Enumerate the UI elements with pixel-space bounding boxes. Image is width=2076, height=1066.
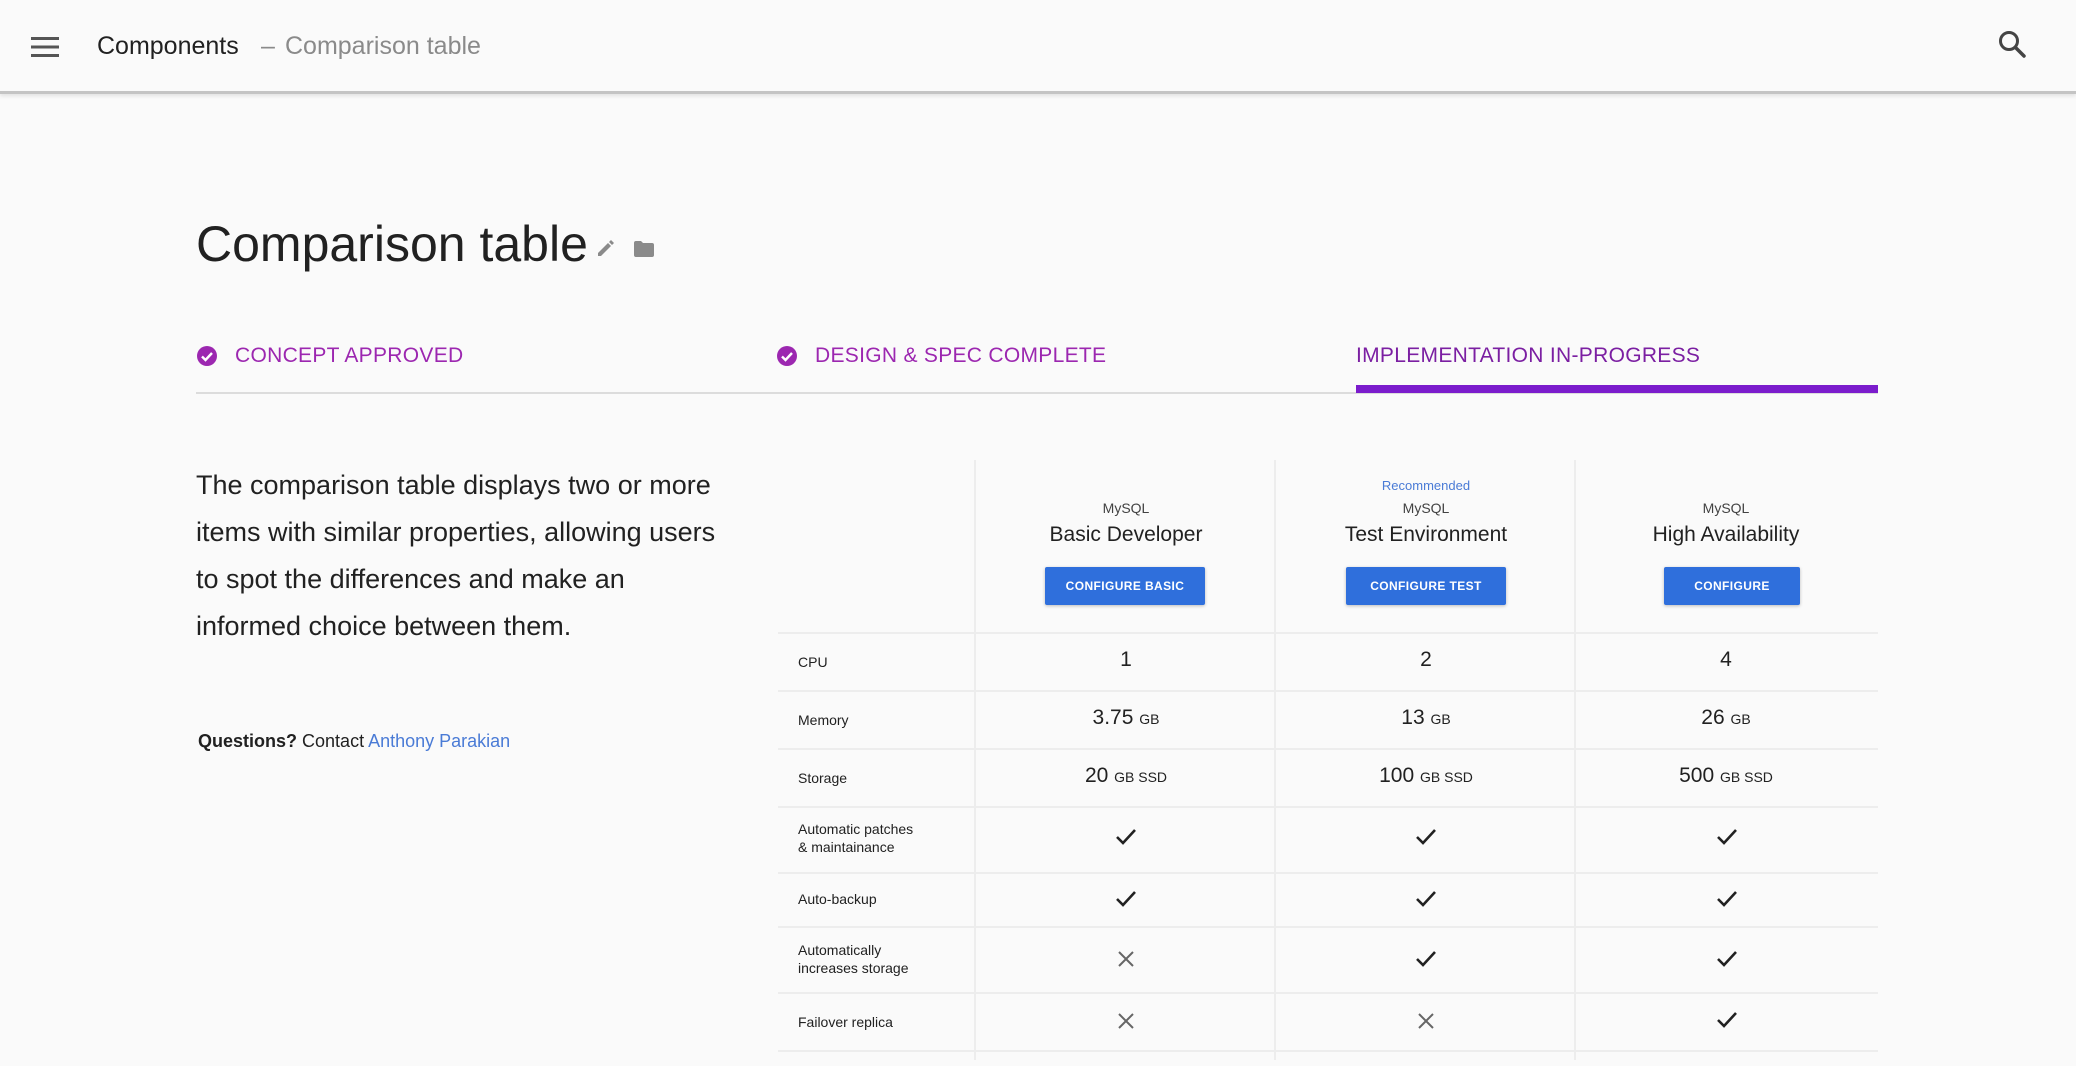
x-icon bbox=[1418, 1013, 1434, 1029]
row-divider bbox=[778, 872, 1878, 874]
stage-concept-approved[interactable]: CONCEPT APPROVED bbox=[196, 336, 463, 376]
row-divider bbox=[778, 926, 1878, 928]
stage-label: DESIGN & SPEC COMPLETE bbox=[815, 344, 1107, 367]
menu-button[interactable] bbox=[26, 28, 64, 66]
check-icon bbox=[1717, 1012, 1737, 1028]
product-name: Test Environment bbox=[1344, 523, 1508, 546]
cell-unit: GB bbox=[1730, 711, 1751, 727]
row-label-cpu: CPU bbox=[798, 654, 828, 670]
breadcrumb-root[interactable]: Components bbox=[97, 30, 239, 62]
cell-cpu-ha: 4 bbox=[1720, 648, 1732, 671]
cell-unit: GB SSD bbox=[1419, 769, 1473, 785]
contact-text: Contact bbox=[302, 731, 365, 751]
cell-cpu-basic: 1 bbox=[1120, 648, 1132, 671]
row-label-failover-replica: Failover replica bbox=[798, 1014, 893, 1030]
questions-line: Questions? Contact Anthony Parakian bbox=[198, 729, 510, 753]
stage-label: IMPLEMENTATION IN-PROGRESS bbox=[1356, 344, 1701, 367]
check-icon bbox=[1717, 951, 1737, 967]
cell-memory-ha: 26 GB bbox=[1576, 706, 1876, 730]
recommended-label: Recommended bbox=[1381, 478, 1471, 493]
component-description: The comparison table displays two or mor… bbox=[196, 470, 716, 641]
questions-label: Questions? bbox=[198, 731, 298, 751]
row-divider bbox=[778, 632, 1878, 634]
column-header-basic-developer: MySQL Basic Developer CONFIGURE BASIC bbox=[976, 460, 1276, 632]
row-divider bbox=[778, 748, 1878, 750]
top-app-bar: Components – Comparison table bbox=[0, 0, 2076, 94]
row-label-line: & maintainance bbox=[798, 839, 895, 855]
check-icon bbox=[1416, 951, 1436, 967]
check-icon bbox=[1717, 829, 1737, 845]
folder-icon[interactable] bbox=[633, 240, 655, 258]
cell-unit: GB SSD bbox=[1114, 769, 1168, 785]
x-icon bbox=[1118, 951, 1134, 967]
row-divider bbox=[778, 806, 1878, 808]
stage-design-spec-complete[interactable]: DESIGN & SPEC COMPLETE bbox=[776, 336, 1106, 376]
x-icon bbox=[1118, 1013, 1134, 1029]
check-circle-icon bbox=[197, 346, 217, 366]
cell-value: 100 bbox=[1379, 764, 1415, 787]
search-button[interactable] bbox=[1992, 24, 2032, 64]
check-circle-icon bbox=[777, 346, 797, 366]
cell-value: 26 bbox=[1701, 706, 1725, 729]
cell-memory-basic: 3.75 GB bbox=[976, 706, 1276, 730]
cell-value: 3.75 bbox=[1092, 706, 1134, 729]
page-title: Comparison table bbox=[196, 216, 588, 272]
cell-storage-basic: 20 GB SSD bbox=[976, 764, 1276, 788]
row-label-line: Automatically bbox=[798, 942, 882, 958]
cell-unit: GB bbox=[1139, 711, 1160, 727]
stage-label: CONCEPT APPROVED bbox=[235, 344, 464, 367]
cell-value: 500 bbox=[1679, 764, 1715, 787]
breadcrumb-separator: – bbox=[261, 32, 275, 60]
check-icon bbox=[1116, 891, 1136, 907]
row-divider bbox=[778, 992, 1878, 994]
product-name: Basic Developer bbox=[1049, 523, 1203, 546]
row-label-line: Automatic patches bbox=[798, 821, 914, 837]
product-name: High Availability bbox=[1652, 523, 1800, 546]
row-label-auto-storage: Automatically increases storage bbox=[798, 941, 909, 977]
cell-unit: GB SSD bbox=[1719, 769, 1773, 785]
breadcrumb-current: Comparison table bbox=[285, 32, 481, 60]
row-label-automatic-patches: Automatic patches & maintainance bbox=[798, 820, 913, 856]
cell-unit: GB bbox=[1430, 711, 1451, 727]
stage-implementation-in-progress[interactable]: IMPLEMENTATION IN-PROGRESS bbox=[1356, 336, 1700, 376]
row-divider bbox=[778, 1050, 1878, 1052]
cell-storage-test: 100 GB SSD bbox=[1276, 764, 1576, 788]
contact-link[interactable]: Anthony Parakian bbox=[368, 731, 510, 751]
check-icon bbox=[1416, 891, 1436, 907]
column-header-high-availability: MySQL High Availability CONFIGURE bbox=[1576, 460, 1876, 632]
row-label-line: increases storage bbox=[798, 960, 909, 976]
hamburger-menu-icon bbox=[31, 37, 59, 57]
cell-value: 13 bbox=[1401, 706, 1425, 729]
cell-cpu-test: 2 bbox=[1420, 648, 1432, 671]
product-category: MySQL bbox=[1102, 500, 1150, 516]
configure-button[interactable]: CONFIGURE bbox=[1664, 567, 1800, 605]
row-divider bbox=[778, 690, 1878, 692]
search-icon bbox=[1999, 31, 2026, 58]
row-label-storage: Storage bbox=[798, 770, 848, 786]
column-header-test-environment: Recommended MySQL Test Environment CONFI… bbox=[1276, 460, 1576, 632]
cell-storage-ha: 500 GB SSD bbox=[1576, 764, 1876, 788]
product-category: MySQL bbox=[1402, 500, 1450, 516]
check-icon bbox=[1416, 829, 1436, 845]
check-icon bbox=[1116, 829, 1136, 845]
configure-test-button[interactable]: CONFIGURE TEST bbox=[1346, 567, 1506, 605]
pencil-icon[interactable] bbox=[596, 238, 616, 258]
active-stage-indicator bbox=[1356, 385, 1878, 393]
comparison-table: MySQL Basic Developer CONFIGURE BASIC Re… bbox=[778, 460, 1878, 1060]
product-category: MySQL bbox=[1702, 500, 1750, 516]
row-label-memory: Memory bbox=[798, 712, 849, 728]
check-icon bbox=[1717, 891, 1737, 907]
cell-value: 20 bbox=[1084, 764, 1109, 787]
cell-memory-test: 13 GB bbox=[1276, 706, 1576, 730]
configure-basic-button[interactable]: CONFIGURE BASIC bbox=[1045, 567, 1205, 605]
row-label-auto-backup: Auto-backup bbox=[798, 891, 877, 907]
